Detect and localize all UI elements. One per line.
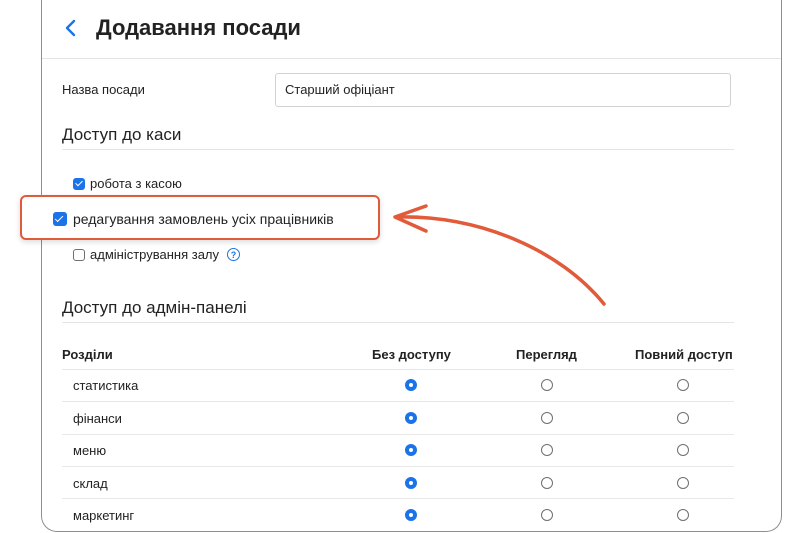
- radio-marketing-no-access[interactable]: [405, 509, 417, 521]
- radio-warehouse-no-access[interactable]: [405, 477, 417, 489]
- radio-warehouse-full[interactable]: [677, 477, 689, 489]
- radio-warehouse-view[interactable]: [541, 477, 553, 489]
- back-button[interactable]: [61, 16, 83, 40]
- radio-menu-no-access[interactable]: [405, 444, 417, 456]
- add-position-card: Додавання посади Назва посади Старший оф…: [41, 0, 782, 532]
- question-circle-icon[interactable]: ?: [227, 248, 241, 261]
- chevron-left-icon: [65, 19, 76, 37]
- table-row-label-finance: фінанси: [73, 411, 122, 426]
- radio-finance-full[interactable]: [677, 412, 689, 424]
- radio-marketing-view[interactable]: [541, 509, 553, 521]
- checkbox-checked-icon[interactable]: [53, 212, 67, 226]
- header: Додавання посади: [42, 0, 781, 59]
- checkbox-checked-icon[interactable]: [73, 177, 85, 190]
- checkbox-label: адміністрування залу: [90, 247, 220, 262]
- admin-access-title: Доступ до адмін-панелі: [62, 298, 247, 317]
- table-row-label-menu: меню: [73, 443, 107, 458]
- table-row-label-warehouse: склад: [73, 476, 108, 491]
- position-name-input[interactable]: Старший офіціант: [275, 73, 731, 107]
- column-header-full-access: Повний доступ: [635, 347, 733, 362]
- column-header-no-access: Без доступу: [372, 347, 451, 362]
- cash-access-title: Доступ до каси: [62, 125, 182, 144]
- checkbox-edit-all-orders[interactable]: редагування замовлень усіх працівників: [53, 211, 334, 227]
- row-divider: [62, 369, 734, 370]
- radio-finance-view[interactable]: [541, 412, 553, 424]
- radio-marketing-full[interactable]: [677, 509, 689, 521]
- radio-stats-full[interactable]: [677, 379, 689, 391]
- row-divider: [62, 498, 734, 499]
- row-divider: [62, 401, 734, 402]
- row-divider: [62, 434, 734, 435]
- checkbox-label: робота з касою: [90, 176, 182, 191]
- column-header-sections: Розділи: [62, 347, 113, 362]
- table-row-label-stats: статистика: [73, 378, 139, 393]
- table-row-label-marketing: маркетинг: [73, 508, 135, 523]
- row-divider: [62, 466, 734, 467]
- position-name-label: Назва посади: [62, 82, 145, 97]
- radio-menu-view[interactable]: [541, 444, 553, 456]
- radio-finance-no-access[interactable]: [405, 412, 417, 424]
- radio-stats-view[interactable]: [541, 379, 553, 391]
- radio-stats-no-access[interactable]: [405, 379, 417, 391]
- column-header-view: Перегляд: [516, 347, 577, 362]
- checkbox-cash-work[interactable]: робота з касою: [73, 176, 182, 191]
- page-title: Додавання посади: [96, 15, 301, 40]
- checkbox-label: редагування замовлень усіх працівників: [73, 211, 334, 227]
- checkbox-unchecked-icon[interactable]: [73, 248, 85, 261]
- section-divider: [62, 322, 734, 323]
- radio-menu-full[interactable]: [677, 444, 689, 456]
- checkbox-hall-admin[interactable]: адміністрування залу ?: [73, 247, 241, 262]
- section-divider: [62, 149, 734, 150]
